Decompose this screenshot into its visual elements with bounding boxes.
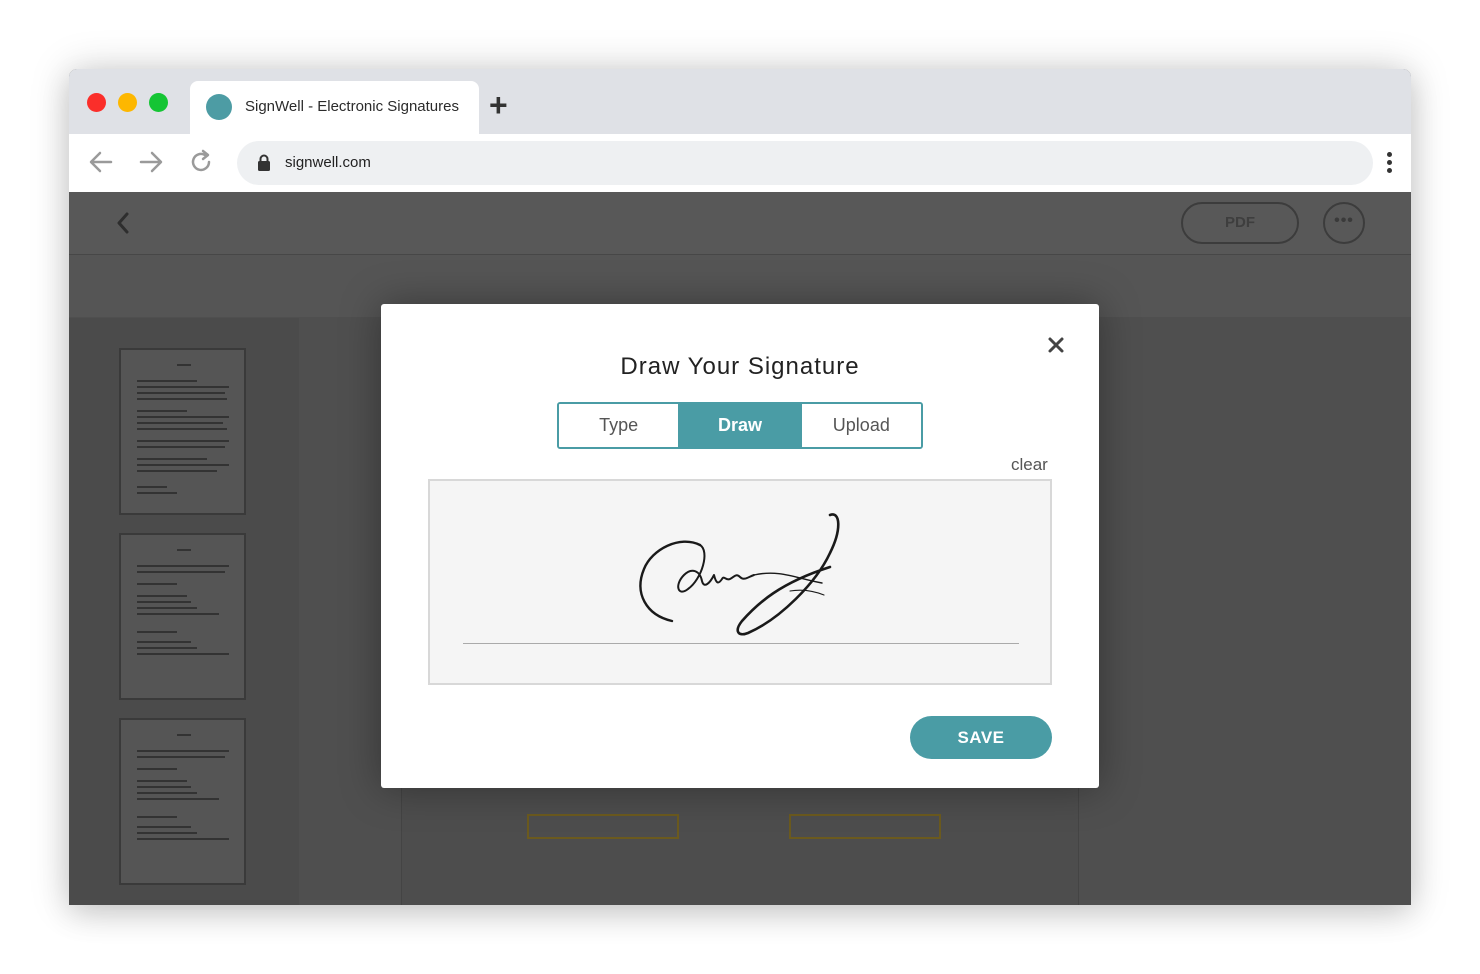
page-thumbnails xyxy=(69,318,299,905)
drawn-signature xyxy=(639,513,840,636)
close-icon[interactable] xyxy=(1046,335,1066,355)
maximize-window-button[interactable] xyxy=(149,93,168,112)
chevron-left-icon[interactable] xyxy=(113,210,133,236)
lock-icon xyxy=(258,154,270,171)
tab-type[interactable]: Type xyxy=(559,404,679,447)
signature-baseline xyxy=(463,643,1019,644)
tab-draw[interactable]: Draw xyxy=(678,404,800,447)
signature-mode-tabs: Type Draw Upload xyxy=(557,402,923,449)
address-bar[interactable]: signwell.com xyxy=(237,141,1373,185)
save-button[interactable]: SAVE xyxy=(910,716,1052,759)
more-options-button[interactable]: ••• xyxy=(1323,202,1365,244)
close-window-button[interactable] xyxy=(87,93,106,112)
signature-field[interactable] xyxy=(527,814,679,839)
minimize-window-button[interactable] xyxy=(118,93,137,112)
forward-arrow-icon[interactable] xyxy=(137,148,165,176)
reload-icon[interactable] xyxy=(187,148,215,176)
page-thumbnail[interactable] xyxy=(119,348,246,515)
page-thumbnail[interactable] xyxy=(119,533,246,700)
modal-title: Draw Your Signature xyxy=(620,353,860,380)
url-text: signwell.com xyxy=(285,154,371,171)
tab-title: SignWell - Electronic Signatures xyxy=(245,98,459,115)
signature-pad[interactable] xyxy=(428,479,1052,685)
signature-field[interactable] xyxy=(789,814,941,839)
favicon-icon xyxy=(206,94,232,120)
tab-upload[interactable]: Upload xyxy=(799,404,921,447)
browser-tab[interactable]: SignWell - Electronic Signatures xyxy=(190,81,479,134)
pdf-button[interactable]: PDF xyxy=(1181,202,1299,244)
back-arrow-icon[interactable] xyxy=(87,148,115,176)
clear-button[interactable]: clear xyxy=(1011,455,1048,475)
browser-window: SignWell - Electronic Signatures + signw… xyxy=(69,69,1411,905)
browser-toolbar: signwell.com xyxy=(69,134,1411,193)
tab-strip: SignWell - Electronic Signatures + xyxy=(69,69,1411,134)
browser-menu-icon[interactable] xyxy=(1387,152,1393,176)
app-header: PDF ••• xyxy=(69,192,1411,255)
signature-modal: Draw Your Signature Type Draw Upload cle… xyxy=(381,304,1099,788)
plus-icon[interactable]: + xyxy=(489,89,508,121)
page-thumbnail[interactable] xyxy=(119,718,246,885)
